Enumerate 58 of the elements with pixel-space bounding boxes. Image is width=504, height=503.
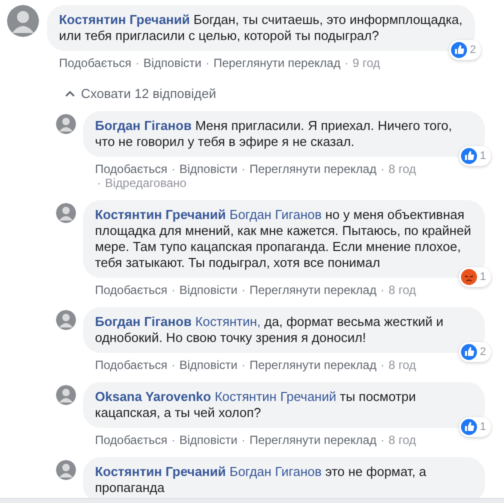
separator-dot: · — [241, 358, 246, 372]
hide-replies-link[interactable]: Сховати 12 відповідей — [65, 86, 216, 101]
avatar[interactable] — [56, 203, 76, 223]
avatar[interactable] — [56, 114, 76, 134]
separator-dot: · — [380, 162, 384, 176]
timestamp[interactable]: 8 год — [388, 283, 416, 297]
action-link[interactable]: Подобається — [95, 162, 168, 176]
comment-text: Богдан Гiганов Меня пригласили. Я приехал. Ничего того, что не говорил у тебя в эфире я не сказал. — [95, 118, 454, 150]
separator-dot: · — [97, 176, 101, 190]
separator-dot: · — [241, 283, 246, 297]
separator-dot: · — [171, 162, 176, 176]
comment-text: Богдан Гiганов Костянтин, да, формат весьма жесткий и однобокий. Но свою точку зрения я доносил! — [95, 314, 444, 346]
avatar[interactable] — [56, 460, 76, 480]
separator-dot: · — [171, 433, 176, 447]
comment-text: Костянтин Гречаний Богдан Гиганов это не формат, а пропаганда — [95, 464, 428, 496]
action-link[interactable]: Переглянути переклад — [249, 283, 376, 297]
like-icon — [460, 148, 477, 164]
reaction-count[interactable]: 1 — [458, 146, 491, 166]
action-link[interactable]: Відповісти — [143, 56, 202, 70]
avatar[interactable] — [56, 310, 76, 330]
like-icon — [460, 419, 477, 435]
avatar[interactable] — [56, 385, 76, 405]
timestamp[interactable]: 8 год — [388, 433, 416, 447]
action-link[interactable]: Переглянути переклад — [249, 358, 376, 372]
separator-dot: · — [380, 433, 384, 447]
action-link[interactable]: Подобається — [95, 358, 168, 372]
action-link[interactable]: Переглянути переклад — [213, 56, 340, 70]
reaction-count[interactable]: 1 — [458, 267, 491, 287]
reaction-count[interactable]: 2 — [448, 40, 481, 60]
action-link[interactable]: Відповісти — [179, 162, 238, 176]
reaction-count[interactable]: 1 — [458, 417, 491, 437]
reaction-count[interactable]: 2 — [458, 342, 491, 362]
separator-dot: · — [344, 56, 348, 70]
separator-dot: · — [380, 283, 384, 297]
timestamp[interactable]: 8 год — [388, 162, 416, 176]
edited-label[interactable]: Відредаговано — [105, 176, 186, 190]
separator-dot: · — [380, 358, 384, 372]
action-link[interactable]: Відповісти — [179, 283, 238, 297]
like-icon — [450, 42, 467, 58]
separator-dot: · — [171, 283, 176, 297]
action-link[interactable]: Подобається — [95, 283, 168, 297]
avatar[interactable] — [7, 5, 39, 37]
angry-emoji-icon — [460, 269, 477, 285]
action-link[interactable]: Подобається — [95, 433, 168, 447]
separator-dot: · — [205, 56, 210, 70]
separator-dot: · — [135, 56, 140, 70]
action-link[interactable]: Переглянути переклад — [249, 433, 376, 447]
separator-dot: · — [241, 162, 246, 176]
separator-dot: · — [241, 433, 246, 447]
action-link[interactable]: Відповісти — [179, 433, 238, 447]
like-icon — [460, 344, 477, 360]
action-link[interactable]: Відповісти — [179, 358, 238, 372]
timestamp[interactable]: 8 год — [388, 358, 416, 372]
action-link[interactable]: Переглянути переклад — [249, 162, 376, 176]
timestamp[interactable]: 9 год — [352, 56, 380, 70]
comment-text: Oksana Yarovenko Костянтин Гречаний ты посмотри кацапская, а ты чей холоп? — [95, 389, 417, 421]
separator-dot: · — [171, 358, 176, 372]
action-link[interactable]: Подобається — [59, 56, 132, 70]
